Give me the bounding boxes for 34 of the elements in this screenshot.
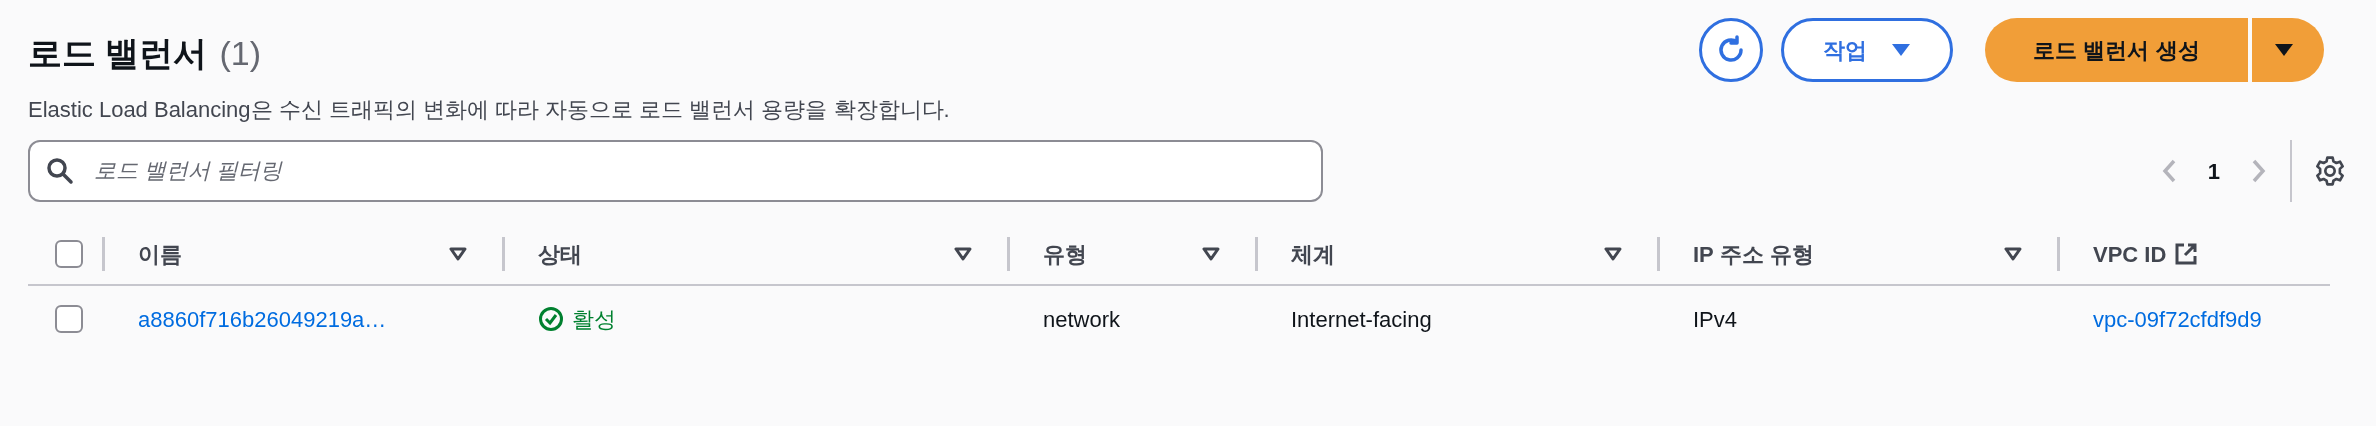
sort-icon[interactable] (953, 246, 973, 262)
current-page[interactable]: 1 (2207, 154, 2220, 188)
refresh-button[interactable] (1699, 18, 1763, 82)
search-icon (46, 157, 74, 185)
resource-link[interactable]: a8860f716b26049219a… (138, 302, 387, 336)
table-cell-text: Internet-facing (1291, 305, 1432, 334)
sort-icon[interactable] (1201, 246, 1221, 262)
column-header[interactable]: 유형 (1043, 237, 1087, 271)
sort-icon[interactable] (448, 246, 468, 262)
caret-icon (1891, 43, 1911, 57)
create-options-button[interactable] (2252, 18, 2324, 82)
table-cell-text: IPv4 (1693, 305, 1738, 334)
column-header[interactable]: 상태 (538, 237, 582, 271)
sort-icon[interactable] (2003, 246, 2023, 262)
checkbox[interactable] (55, 305, 83, 333)
settings-icon[interactable] (2314, 155, 2346, 187)
check-circle-icon (538, 306, 564, 332)
page-description: Elastic Load Balancing은 수신 트래픽의 변화에 따라 자동으로 로드 밸런서 용량을 확장합니다. (28, 96, 950, 124)
resource-link[interactable]: vpc-09f72cfdf9d9 (2093, 302, 2262, 336)
column-header[interactable]: 이름 (138, 237, 182, 271)
column-header[interactable]: IP 주소 유형 (1693, 237, 1814, 271)
table-cell-text: network (1043, 305, 1121, 334)
status-text: 활성 (572, 305, 616, 334)
column-header[interactable]: 체계 (1291, 237, 1335, 271)
actions-button[interactable]: 작업 (1781, 18, 1953, 82)
sort-icon[interactable] (1603, 246, 1623, 262)
page-title: 로드 밸런서 (28, 33, 208, 74)
create-load-balancer-button[interactable]: 로드 밸런서 생성 (1985, 18, 2248, 82)
resource-count: (1) (219, 33, 261, 74)
filter-field[interactable]: 로드 밸런서 필터링 (28, 140, 1323, 202)
column-header[interactable]: VPC ID (2093, 237, 2167, 271)
checkbox[interactable] (55, 240, 83, 268)
external-link-icon[interactable] (2174, 242, 2199, 266)
caret-icon (2274, 43, 2294, 57)
